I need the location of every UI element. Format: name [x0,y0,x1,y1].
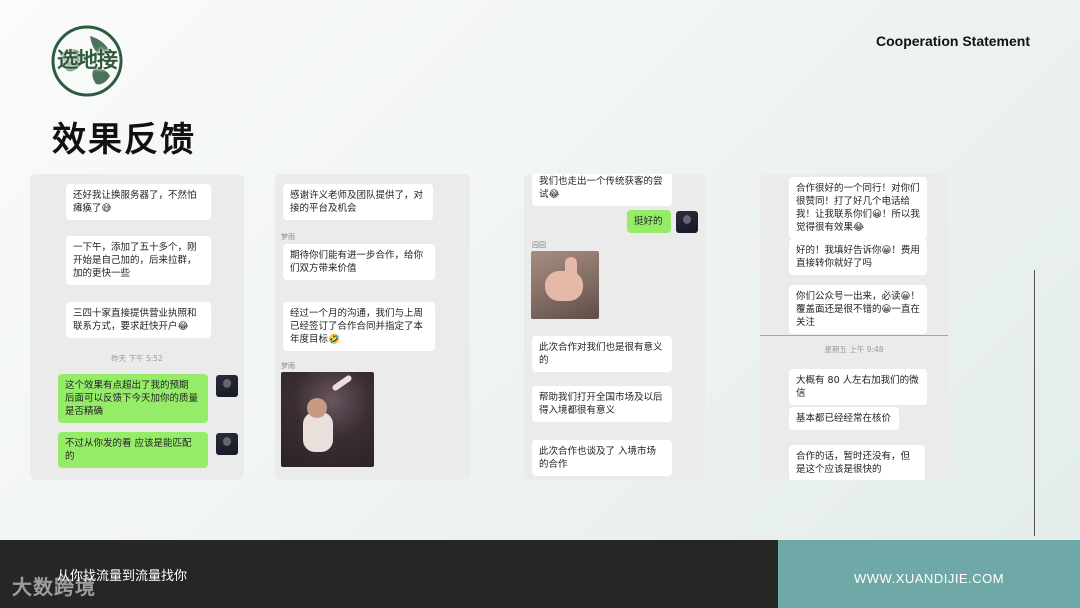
chat-message: 大概有 80 人左右加我们的微信 [789,369,927,405]
chat-message: 一下午，添加了五十多个，刚开始是自己加的，后来拉群，加的更快一些 [66,236,211,285]
user-avatar [216,375,238,397]
chat-screenshot-2: 感谢许义老师及团队提供了，对接的平台及机会 梦雨 期待你们能有进一步合作，给你们… [275,174,470,480]
chat-message: 还好我让换服务器了，不然怕瘫痪了😅 [66,184,211,220]
chat-message: 此次合作对我们也是很有意义的 [532,336,672,372]
chat-timestamp: 星期五 上午 9:48 [824,345,884,354]
divider [760,335,948,336]
chat-message: 此次合作也谈及了 入境市场的合作 [532,440,672,476]
sender-name: 梦雨 [281,362,295,370]
page-title: 效果反馈 [52,120,196,160]
hand-photo [531,251,599,319]
website-link[interactable]: WWW.XUANDIJIE.COM [854,571,1004,586]
chat-message: 你们公众号一出来，必读😀！覆盖面还是很不错的😀一直在关注 [789,285,927,334]
decorative-line [1034,270,1035,536]
child-photo [281,372,374,467]
chat-message: 好的！我填好告诉你😀！费用直接转你就好了吗 [789,239,927,275]
chat-message: 帮助我们打开全国市场及以后得入境都很有意义 [532,386,672,422]
chat-message: 期待你们能有进一步合作，给你们双方带来价值 [283,244,435,280]
chat-message: 经过一个月的沟通，我们与上周已经签订了合作合同并指定了本年度目标🤣 [283,302,435,351]
chat-message: 合作很好的一个同行！对你们很赞同！打了好几个电话给我！让我联系你们😀！所以我觉得… [789,177,927,239]
user-avatar [676,211,698,233]
chat-screenshot-1: 还好我让换服务器了，不然怕瘫痪了😅 一下午，添加了五十多个，刚开始是自己加的，后… [30,174,244,480]
chat-message: 感谢许义老师及团队提供了，对接的平台及机会 [283,184,433,220]
watermark-text: 大数跨境 [12,575,96,599]
user-avatar [216,433,238,455]
chat-message: 三四十家直接提供营业执照和联系方式，要求赶快开户😂 [66,302,211,338]
chat-screenshot-4: 合作很好的一个同行！对你们很赞同！打了好几个电话给我！让我联系你们😀！所以我觉得… [760,174,948,480]
chat-message: 挺好的 [627,210,671,233]
chat-message: 不过从你发的看 应该是能匹配的 [58,432,208,468]
chat-message: 合作的话，暂时还没有，但是这个应该是很快的 [789,445,925,480]
chat-timestamp: 昨天 下午 5:52 [111,354,163,363]
logo-text: 选地接 [57,48,118,72]
chat-message: 这个效果有点超出了我的预期 后面可以反馈下今天加你的质量 是否精确 [58,374,208,423]
sender-name: 梦雨 [281,233,295,241]
chat-message: 我们也走出一个传统获客的尝试😂 [532,174,672,206]
chat-message: 基本都已经经常在核价 [789,407,899,430]
cooperation-statement: Cooperation Statement [875,33,1030,49]
sender-name: 园园 [532,241,546,249]
chat-screenshot-3: 我们也走出一个传统获客的尝试😂 挺好的 园园 此次合作对我们也是很有意义的 帮助… [524,174,705,480]
